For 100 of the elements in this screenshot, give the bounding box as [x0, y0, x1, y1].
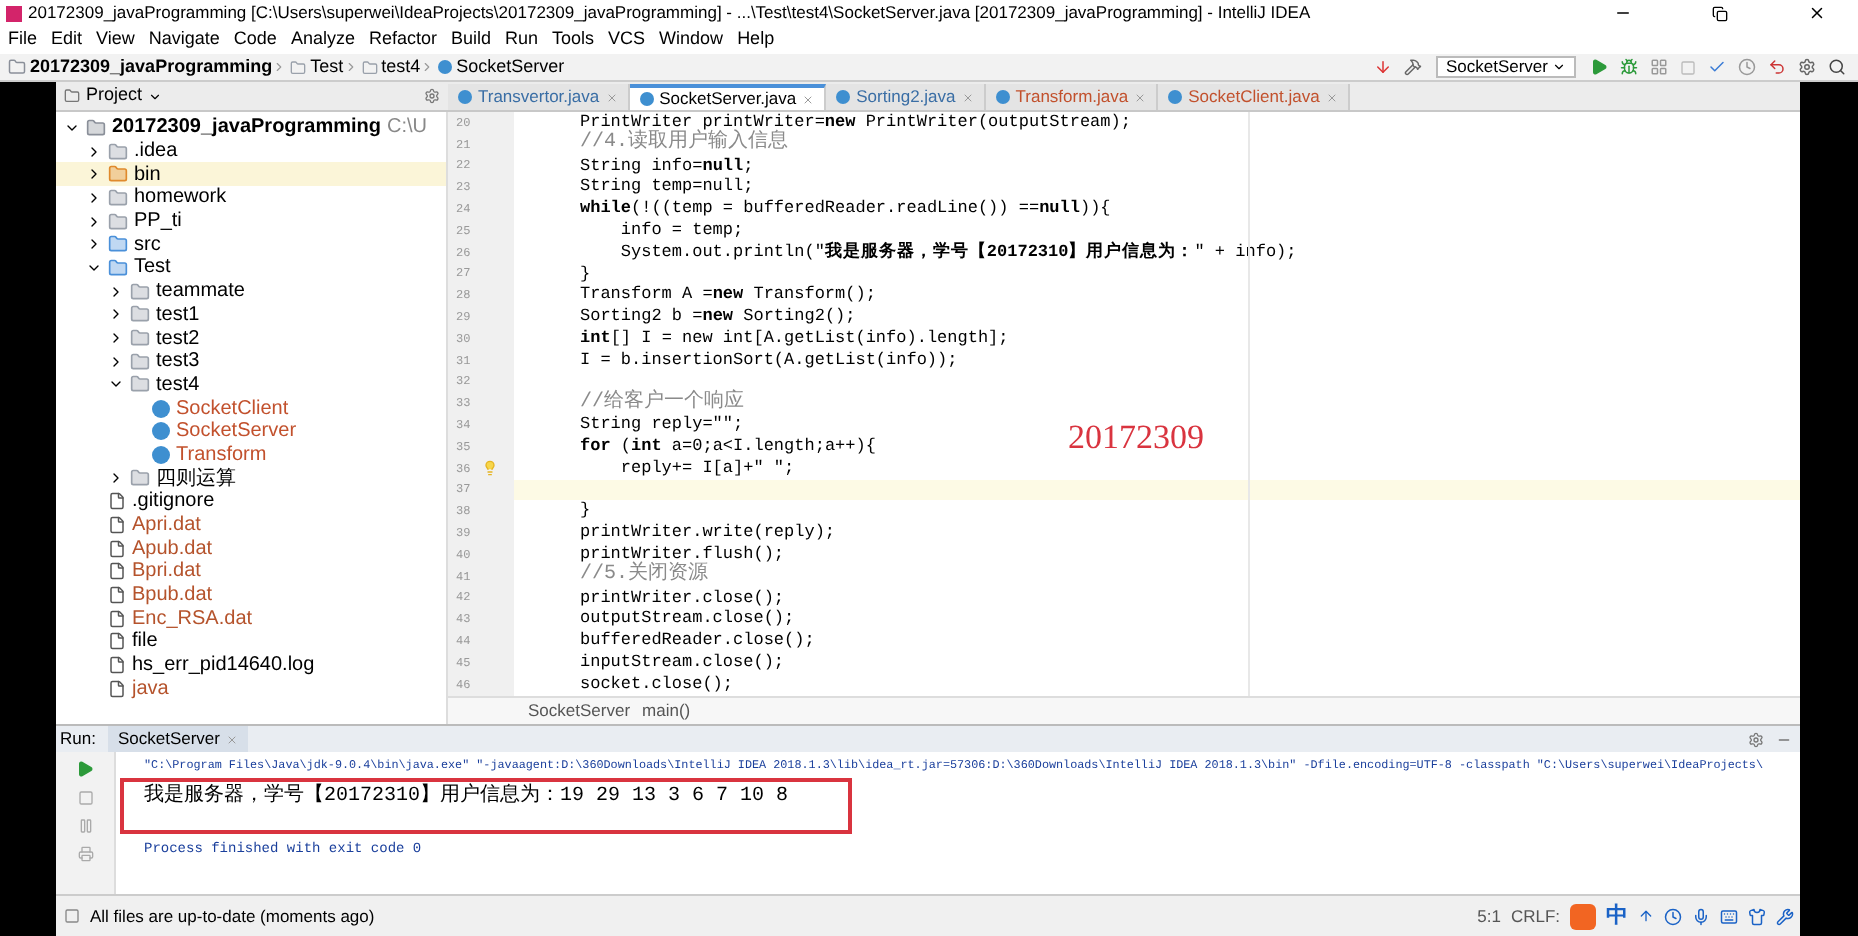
tree-item-label: Enc_RSA.dat: [132, 605, 253, 631]
menu-item[interactable]: Code: [233, 26, 277, 54]
code-comment: //5.关闭资源: [580, 564, 709, 587]
file-icon: [108, 492, 126, 511]
run-tab[interactable]: SocketServer: [107, 726, 248, 752]
breadcrumb-item[interactable]: SocketServer: [528, 698, 631, 724]
tree-item[interactable]: Test: [56, 256, 446, 280]
editor-tab[interactable]: Transvertor.java: [448, 84, 630, 110]
menu-item[interactable]: Build: [450, 26, 491, 54]
menu-item[interactable]: Refactor: [368, 26, 437, 54]
menu-item[interactable]: Help: [737, 26, 775, 54]
editor-tab[interactable]: Sorting2.java: [826, 84, 986, 110]
tree-item[interactable]: .idea: [56, 139, 446, 163]
tree-item[interactable]: 四则运算: [56, 466, 446, 490]
settings-icon[interactable]: [1798, 58, 1816, 76]
code-line: printWriter.write(reply);: [580, 522, 836, 543]
folder-icon: [130, 304, 150, 325]
tree-item[interactable]: teammate: [56, 279, 446, 303]
tree-item[interactable]: .gitignore: [56, 490, 446, 514]
cursor-position[interactable]: 5:1: [1477, 903, 1501, 929]
microphone-icon[interactable]: [1692, 907, 1710, 925]
ime-logo-icon[interactable]: [1570, 903, 1596, 929]
tree-item[interactable]: Apri.dat: [56, 513, 446, 537]
panel-title[interactable]: Project: [86, 82, 143, 110]
tree-item[interactable]: Bpri.dat: [56, 560, 446, 584]
tree-item[interactable]: SocketClient: [56, 396, 446, 420]
tree-item[interactable]: java: [56, 677, 446, 701]
tree-item[interactable]: 20172309_javaProgramming C:\U: [56, 116, 446, 140]
tree-item[interactable]: test1: [56, 303, 446, 327]
run-icon[interactable]: [1590, 58, 1608, 76]
tree-item[interactable]: src: [56, 232, 446, 257]
tree-item-label: test4: [156, 371, 200, 399]
hammer-icon[interactable]: [1403, 58, 1422, 76]
editor-tab[interactable]: Transform.java: [985, 84, 1159, 110]
caret-icon[interactable]: [148, 89, 163, 103]
menu-item[interactable]: Tools: [552, 26, 595, 54]
caret-icon: [1552, 60, 1566, 74]
line-separator[interactable]: CRLF:: [1510, 903, 1560, 929]
tree-item-path: C:\U: [387, 114, 428, 143]
tree-item[interactable]: test4: [56, 373, 446, 397]
wrench-icon[interactable]: [1776, 907, 1794, 925]
tree-item[interactable]: file: [56, 630, 446, 654]
folder-icon: [108, 141, 128, 162]
breadcrumb-item[interactable]: main(): [642, 698, 691, 724]
file-icon: [108, 539, 126, 558]
keyboard-icon[interactable]: [1720, 907, 1738, 925]
tree-item[interactable]: Enc_RSA.dat: [56, 606, 446, 631]
clock-icon[interactable]: [1664, 907, 1682, 925]
ime-mode[interactable]: 中: [1606, 899, 1628, 933]
file-icon: [108, 609, 126, 628]
class-icon: [995, 90, 1010, 104]
breadcrumb-item[interactable]: Test: [310, 53, 344, 81]
shirt-icon[interactable]: [1748, 907, 1766, 925]
code-comment: //给客户一个响应: [580, 391, 745, 414]
file-icon: [108, 586, 126, 605]
breadcrumb-item[interactable]: test4: [381, 53, 421, 81]
menu-item[interactable]: Window: [659, 26, 724, 54]
search-icon[interactable]: [1828, 58, 1846, 76]
tree-item[interactable]: homework: [56, 186, 446, 210]
tree-item-label: file: [132, 628, 158, 655]
menu-item[interactable]: Run: [505, 26, 539, 54]
menu-item[interactable]: View: [96, 26, 135, 54]
code-line: PrintWriter printWriter=new PrintWriter(outputStream);: [580, 112, 1131, 132]
code-line: Transform A =new Transform();: [580, 284, 876, 305]
tree-item[interactable]: Bpub.dat: [56, 583, 446, 607]
editor-tab[interactable]: SocketServer.java: [629, 84, 827, 110]
breadcrumb-item[interactable]: SocketServer: [456, 53, 565, 81]
menu-item[interactable]: Analyze: [290, 26, 355, 54]
rerun-icon[interactable]: [76, 760, 94, 778]
tree-item[interactable]: Apub.dat: [56, 536, 446, 561]
code-line: Sorting2 b =new Sorting2();: [580, 306, 856, 327]
tree-item[interactable]: Transform: [56, 443, 446, 467]
tree-item[interactable]: test2: [56, 326, 446, 350]
class-icon: [639, 92, 654, 106]
folder-icon: [108, 211, 128, 232]
code-line: while(!((temp = bufferedReader.readLine()) ==null)){: [580, 198, 1111, 219]
menu-item[interactable]: Edit: [51, 26, 83, 54]
close-icon[interactable]: [1808, 4, 1826, 22]
tree-item[interactable]: PP_ti: [56, 209, 446, 233]
debug-icon[interactable]: [1620, 58, 1638, 76]
tree-item[interactable]: hs_err_pid14640.log: [56, 653, 446, 677]
settings-icon[interactable]: [424, 88, 440, 104]
menu-item[interactable]: VCS: [608, 26, 646, 54]
undo-icon[interactable]: [1768, 58, 1786, 76]
tree-item[interactable]: bin: [56, 162, 446, 187]
maximize-icon[interactable]: [1712, 5, 1728, 21]
tree-item-label: .idea: [134, 138, 178, 165]
code-line: String temp=null;: [580, 176, 754, 197]
editor-tab[interactable]: SocketClient.java: [1158, 84, 1350, 110]
run-config-dropdown[interactable]: SocketServer: [1435, 56, 1576, 78]
class-icon: [458, 90, 472, 104]
tree-item[interactable]: test3: [56, 349, 446, 374]
settings-icon[interactable]: [1748, 731, 1764, 747]
check-icon[interactable]: [1708, 58, 1726, 76]
menu-item[interactable]: Navigate: [148, 26, 220, 54]
breadcrumb-item[interactable]: 20172309_javaProgramming: [30, 53, 273, 81]
menu-item[interactable]: File: [8, 26, 38, 54]
tree-item[interactable]: SocketServer: [56, 419, 446, 444]
tree-item-label: test2: [156, 325, 200, 352]
tree-item-label: SocketClient: [176, 395, 289, 421]
